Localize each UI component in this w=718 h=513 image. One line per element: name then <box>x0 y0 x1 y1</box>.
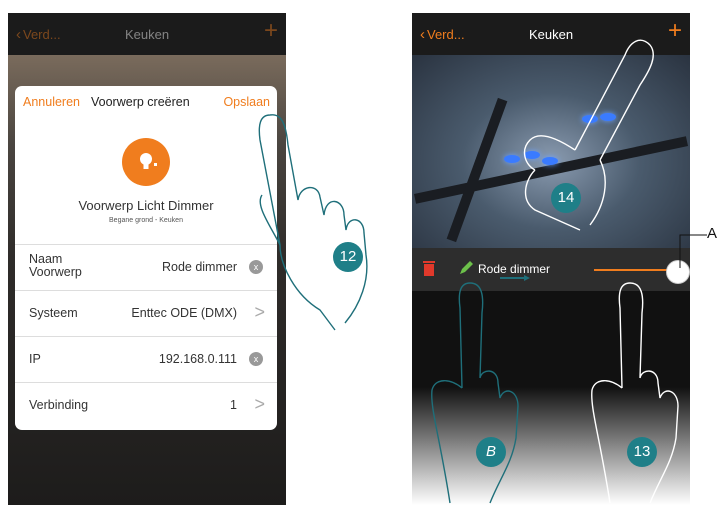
light-bulb-icon <box>122 138 170 186</box>
connection-value: 1 <box>230 398 237 412</box>
cancel-button[interactable]: Annuleren <box>23 95 80 109</box>
object-location: Begane grond - Keuken <box>109 217 183 224</box>
object-name-field[interactable]: Rode dimmer <box>162 260 237 274</box>
row-label: IP <box>29 352 41 366</box>
callout-line <box>679 234 707 268</box>
dialog-header: Annuleren Voorwerp creëren Opslaan <box>15 86 277 116</box>
row-label-line1: Naam <box>29 252 63 266</box>
hand-pointer-icon <box>258 114 368 331</box>
row-system[interactable]: Systeem Enttec ODE (DMX) > <box>15 290 277 337</box>
callout-badge-B: B <box>476 437 506 467</box>
row-label: Systeem <box>29 306 78 320</box>
object-name: Voorwerp Licht Dimmer <box>78 198 214 213</box>
dimmer-slider-track[interactable] <box>594 269 676 271</box>
callout-badge-14: 14 <box>551 183 581 213</box>
system-value: Enttec ODE (DMX) <box>131 306 237 320</box>
callout-badge-13: 13 <box>627 437 657 467</box>
dialog-title: Voorwerp creëren <box>91 95 190 109</box>
clear-icon[interactable]: x <box>249 352 263 366</box>
callout-label-A: A <box>707 225 718 242</box>
page-title: Keuken <box>124 27 170 42</box>
hand-pointer-icon <box>431 282 519 504</box>
hand-pointer-icon <box>591 282 679 504</box>
row-connection[interactable]: Verbinding 1 > <box>15 382 277 429</box>
row-label-line2: Voorwerp <box>29 265 82 279</box>
row-object-name[interactable]: Naam Voorwerp Rode dimmer x <box>15 244 277 291</box>
ip-field[interactable]: 192.168.0.111 <box>159 352 237 366</box>
chevron-right-icon[interactable]: > <box>254 394 265 415</box>
row-label: Verbinding <box>29 398 89 412</box>
top-bar: ‹ Verd... Keuken + <box>8 13 286 55</box>
device-name: Rode dimmer <box>478 262 551 276</box>
row-ip[interactable]: IP 192.168.0.111 x <box>15 336 277 383</box>
callout-badge-12: 12 <box>333 242 363 272</box>
trash-icon[interactable] <box>422 260 436 277</box>
add-icon[interactable]: + <box>264 19 278 43</box>
row-label: Naam Voorwerp <box>29 253 82 279</box>
add-icon[interactable]: + <box>668 19 682 43</box>
hand-pointer-icon <box>523 39 654 231</box>
create-object-dialog: Annuleren Voorwerp creëren Opslaan Voorw… <box>15 86 277 430</box>
pencil-icon[interactable] <box>458 260 474 276</box>
